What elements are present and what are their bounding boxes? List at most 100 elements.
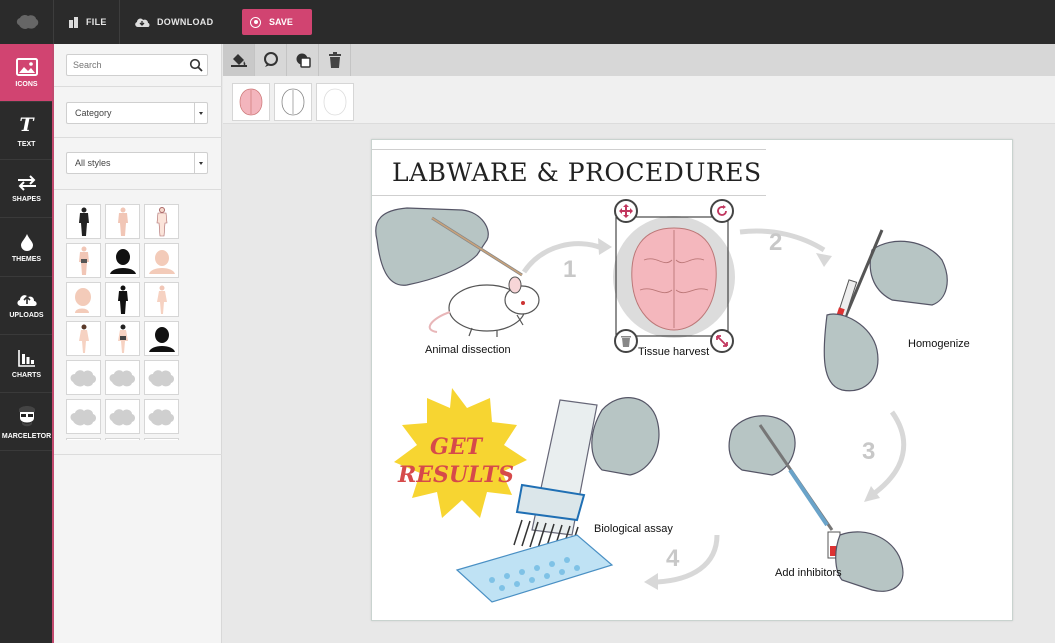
- app-logo[interactable]: [0, 0, 53, 44]
- layers-icon: [296, 53, 311, 68]
- sidebar-label-charts: CHARTS: [11, 371, 42, 379]
- icon-thumb-body-clothed[interactable]: [66, 243, 101, 278]
- rotate-icon: [717, 205, 727, 216]
- icon-thumb-head-silhouette[interactable]: [105, 243, 140, 278]
- move-handle[interactable]: [614, 199, 638, 223]
- icon-thumb-brain-1[interactable]: [66, 360, 101, 395]
- resize-handle[interactable]: [710, 329, 734, 353]
- sidebar-label-themes: THEMES: [11, 255, 42, 263]
- get-results-text[interactable]: GET RESULTS: [396, 433, 516, 489]
- image-icon: [15, 57, 38, 76]
- sidebar-label-text: TEXT: [17, 140, 36, 148]
- stroke-button[interactable]: [255, 44, 287, 76]
- step-number-3[interactable]: 3: [862, 438, 875, 466]
- sidebar-label-shapes: SHAPES: [12, 195, 41, 203]
- icon-thumb-brain-3[interactable]: [144, 360, 179, 395]
- avatar-icon: [18, 405, 35, 426]
- icon-grid: [66, 204, 186, 440]
- label-biological-assay[interactable]: Biological assay: [594, 523, 673, 535]
- record-icon: [250, 16, 261, 28]
- label-add-inhibitors[interactable]: Add inhibitors: [775, 567, 842, 579]
- head-icon: [74, 287, 91, 313]
- human-body-icon: [78, 246, 89, 275]
- icon-thumb-head-profile[interactable]: [66, 282, 101, 317]
- infographic-art: [375, 207, 948, 603]
- cloud-upload-icon: [16, 295, 37, 306]
- icon-thumb-brain-8[interactable]: [105, 438, 140, 440]
- icon-thumb-body-female[interactable]: [144, 282, 179, 317]
- step-number-2[interactable]: 2: [769, 229, 782, 257]
- icon-thumb-brain-4[interactable]: [66, 399, 101, 434]
- fill-color-button[interactable]: [223, 44, 255, 76]
- variant-bar: [223, 76, 1055, 124]
- styles-select[interactable]: All styles: [66, 152, 208, 174]
- brain-icon: [148, 408, 174, 425]
- burst-line-2: RESULTS: [397, 462, 515, 488]
- trash-icon: [621, 336, 631, 347]
- head-icon: [109, 248, 136, 274]
- paint-bucket-icon: [230, 54, 247, 67]
- download-menu[interactable]: DOWNLOAD: [119, 0, 229, 44]
- sidebar-label-marceletor: MARCELETOR: [1, 432, 52, 440]
- design-canvas[interactable]: LABWARE & PROCEDURES Animal dissection T…: [371, 139, 1013, 621]
- icon-thumb-brain-7[interactable]: [66, 438, 101, 440]
- icons-panel: Category All styles: [54, 44, 222, 643]
- variant-color[interactable]: [232, 83, 270, 121]
- label-homogenize[interactable]: Homogenize: [908, 338, 970, 350]
- sidebar-item-uploads[interactable]: UPLOADS: [0, 277, 53, 335]
- panel-divider: [54, 454, 222, 455]
- styles-value: All styles: [75, 158, 111, 168]
- sidebar-item-marceletor[interactable]: MARCELETOR: [0, 393, 53, 451]
- icon-thumb-head-black-2[interactable]: [144, 321, 179, 356]
- drop-icon: [20, 233, 33, 251]
- file-icon: [69, 16, 78, 28]
- sidebar-label-icons: ICONS: [15, 80, 38, 88]
- icon-thumb-head-skin[interactable]: [144, 243, 179, 278]
- file-menu[interactable]: FILE: [53, 0, 119, 44]
- category-value: Category: [75, 108, 112, 118]
- label-tissue-harvest[interactable]: Tissue harvest: [638, 346, 709, 358]
- sidebar-item-icons[interactable]: ICONS: [0, 44, 59, 102]
- category-select[interactable]: Category: [66, 102, 208, 124]
- search-icon[interactable]: [189, 58, 203, 72]
- icon-thumb-brain-2[interactable]: [105, 360, 140, 395]
- arrange-button[interactable]: [287, 44, 319, 76]
- bar-chart-icon: [17, 349, 35, 367]
- chevron-down-icon: [194, 103, 207, 123]
- icon-thumb-body-outline[interactable]: [144, 204, 179, 239]
- icon-thumb-body-skin[interactable]: [105, 204, 140, 239]
- variant-light[interactable]: [316, 83, 354, 121]
- search-input[interactable]: [67, 55, 177, 75]
- rotate-handle[interactable]: [710, 199, 734, 223]
- human-body-icon: [117, 285, 128, 314]
- brain-icon: [109, 369, 135, 386]
- icon-thumb-brain-5[interactable]: [105, 399, 140, 434]
- delete-handle[interactable]: [614, 329, 638, 353]
- resize-icon: [716, 335, 728, 347]
- human-body-icon: [156, 285, 167, 314]
- icon-thumb-brain-6[interactable]: [144, 399, 179, 434]
- sidebar-item-charts[interactable]: CHARTS: [0, 335, 53, 393]
- variant-outline[interactable]: [274, 83, 312, 121]
- text-icon: T: [19, 113, 34, 136]
- head-icon: [148, 249, 175, 274]
- icon-thumb-body-female-3[interactable]: [105, 321, 140, 356]
- icon-thumb-body-silhouette[interactable]: [66, 204, 101, 239]
- icon-thumb-brain-9[interactable]: [144, 438, 179, 440]
- sidebar-item-text[interactable]: T TEXT: [0, 102, 53, 160]
- save-label: SAVE: [269, 17, 293, 27]
- delete-button[interactable]: [319, 44, 351, 76]
- brain-icon: [70, 408, 96, 425]
- sidebar-item-themes[interactable]: THEMES: [0, 219, 53, 277]
- human-body-icon: [117, 207, 128, 236]
- save-button[interactable]: SAVE: [242, 9, 312, 35]
- chevron-down-icon: [194, 153, 207, 173]
- burst-line-1: GET: [430, 434, 482, 460]
- icon-thumb-body-female-2[interactable]: [66, 321, 101, 356]
- label-animal-dissection[interactable]: Animal dissection: [425, 344, 511, 356]
- step-number-1[interactable]: 1: [563, 256, 576, 284]
- sidebar-item-shapes[interactable]: SHAPES: [0, 160, 53, 218]
- step-number-4[interactable]: 4: [666, 545, 679, 573]
- icon-thumb-body-black[interactable]: [105, 282, 140, 317]
- search-box: [66, 54, 208, 76]
